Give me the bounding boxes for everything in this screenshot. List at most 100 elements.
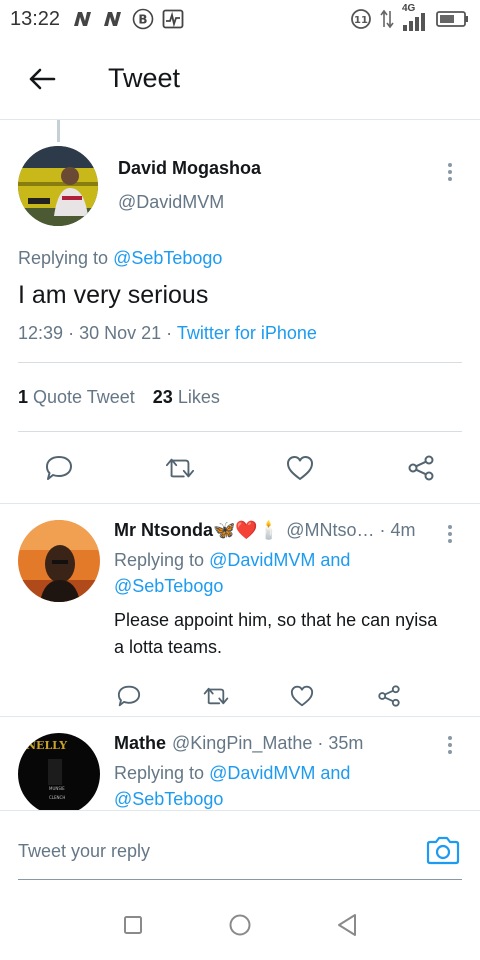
reply-author-handle[interactable]: @KingPin_Mathe [172,733,312,754]
share-icon [378,685,400,707]
share-button[interactable] [406,453,436,483]
likes-stat[interactable]: 23 Likes [153,387,220,408]
replying-prefix: Replying to [114,550,205,570]
share-icon [408,455,434,481]
retweet-icon [165,458,194,478]
share-button[interactable] [374,681,404,711]
input-underline [18,879,462,880]
replying-and[interactable]: and [320,763,350,783]
reply-body: Mathe @KingPin_Mathe · 35m Replying to @… [114,733,444,810]
reply-icon [117,685,141,707]
retweet-button[interactable] [201,681,231,711]
avatar-text: CLENCH [49,795,65,800]
reply-author-name[interactable]: Mr Ntsonda🦋❤️🕯️ [114,520,280,541]
main-tweet-names: David Mogashoa @DavidMVM [118,140,261,213]
heart-icon [287,456,314,480]
more-options-button[interactable] [438,733,462,757]
divider [0,503,480,504]
quote-count: 1 [18,386,29,407]
status-time: 13:22 [10,7,61,30]
tweet-stats: 1 Quote Tweet 23 Likes [18,363,462,431]
tweet-date: 30 Nov 21 [79,323,162,343]
replying-to-link[interactable]: @DavidMVM [209,550,315,570]
data-saver-icon: 11 [351,9,371,29]
recents-button[interactable] [113,905,153,945]
reply-age: · 35m [317,733,364,753]
n-icon [104,12,122,26]
replying-to-line: Replying to @SebTebogo [18,248,462,269]
quote-tweets-stat[interactable]: 1 Quote Tweet [18,387,135,408]
reply-clip: NELLY MUNSIE CLENCH Mathe @KingPin_Mathe… [0,717,480,810]
vertical-dots-icon [448,736,452,754]
camera-button[interactable] [426,835,460,865]
replying-to-link[interactable]: @SebTebogo [114,789,223,809]
author-display-name[interactable]: David Mogashoa [118,158,261,179]
reply-icon [46,456,72,480]
status-bar: 13:22 B 11 4G [0,0,480,38]
reply-author-name[interactable]: Mathe [114,733,166,754]
like-button[interactable] [287,681,317,711]
main-tweet: David Mogashoa @DavidMVM Replying to @Se… [18,140,462,504]
tweet-text: I am very serious [18,281,209,309]
square-icon [124,916,143,934]
reply-author-handle[interactable]: @MNtso… [286,520,374,541]
reply-body: Mr Ntsonda🦋❤️🕯️ @MNtso… · 4m Replying to… [114,520,444,711]
avatar[interactable] [18,146,98,226]
quote-label: Quote Tweet [33,386,135,407]
author-handle[interactable]: @DavidMVM [118,192,261,213]
avatar[interactable]: NELLY MUNSIE CLENCH [18,733,100,810]
tweet-meta: 12:39 · 30 Nov 21 · Twitter for iPhone [18,323,462,344]
home-button[interactable] [220,905,260,945]
tweet-time: 12:39 [18,323,64,343]
svg-text:B: B [138,13,147,27]
tweet-source-link[interactable]: Twitter for iPhone [177,323,317,343]
page-title: Tweet [108,63,181,93]
reply-button[interactable] [114,681,144,711]
reply-header: Mr Ntsonda🦋❤️🕯️ @MNtso… · 4m [114,520,444,541]
camera-icon [426,836,460,865]
avatar[interactable] [18,520,100,602]
replying-prefix: Replying to [114,763,205,783]
reply-button[interactable] [44,453,74,483]
reply-input[interactable] [18,831,418,871]
avatar-text: MUNSIE [49,786,65,791]
system-back-button[interactable] [327,905,367,945]
heart-icon [291,685,314,707]
main-tweet-actions [18,432,462,504]
more-options-button[interactable] [438,522,462,546]
replying-to-link[interactable]: @DavidMVM [209,763,315,783]
retweet-button[interactable] [165,453,195,483]
reply-tweet[interactable]: NELLY MUNSIE CLENCH Mathe @KingPin_Mathe… [18,733,462,810]
svg-text:11: 11 [354,15,368,26]
replying-to-line: Replying to @DavidMVM and @SebTebogo [114,760,444,810]
signal-icon: 4G [402,3,428,31]
n-icon [74,12,92,26]
retweet-icon [203,687,228,705]
like-button[interactable] [285,453,315,483]
more-options-button[interactable] [438,160,462,184]
data-arrows-icon [380,9,394,29]
reply-actions [114,681,404,711]
replying-and[interactable]: and [320,550,350,570]
like-count: 23 [152,386,173,407]
app-bar: Tweet [0,38,480,120]
meta-separator: · [68,323,75,343]
replying-to-link[interactable]: @SebTebogo [113,248,222,268]
circle-icon [229,914,251,936]
vertical-dots-icon [448,525,452,543]
meta-separator: · [166,323,173,343]
triangle-back-icon [337,914,356,936]
arrow-left-icon [29,68,56,89]
reply-age: · 4m [379,520,416,540]
reply-tweet[interactable]: Mr Ntsonda🦋❤️🕯️ @MNtso… · 4m Replying to… [18,520,462,707]
back-button[interactable] [12,49,72,109]
reply-text: Please appoint him, so that he can nyisa… [114,610,438,657]
main-tweet-header: David Mogashoa @DavidMVM [18,140,462,232]
status-right-icons: 11 4G [350,3,470,31]
vertical-dots-icon [448,163,452,181]
likes-label: Likes [177,386,220,407]
avatar-text: NELLY [26,739,67,752]
replying-prefix: Replying to [18,248,109,268]
replying-to-link[interactable]: @SebTebogo [114,576,223,596]
status-left-icons: B [72,8,184,30]
